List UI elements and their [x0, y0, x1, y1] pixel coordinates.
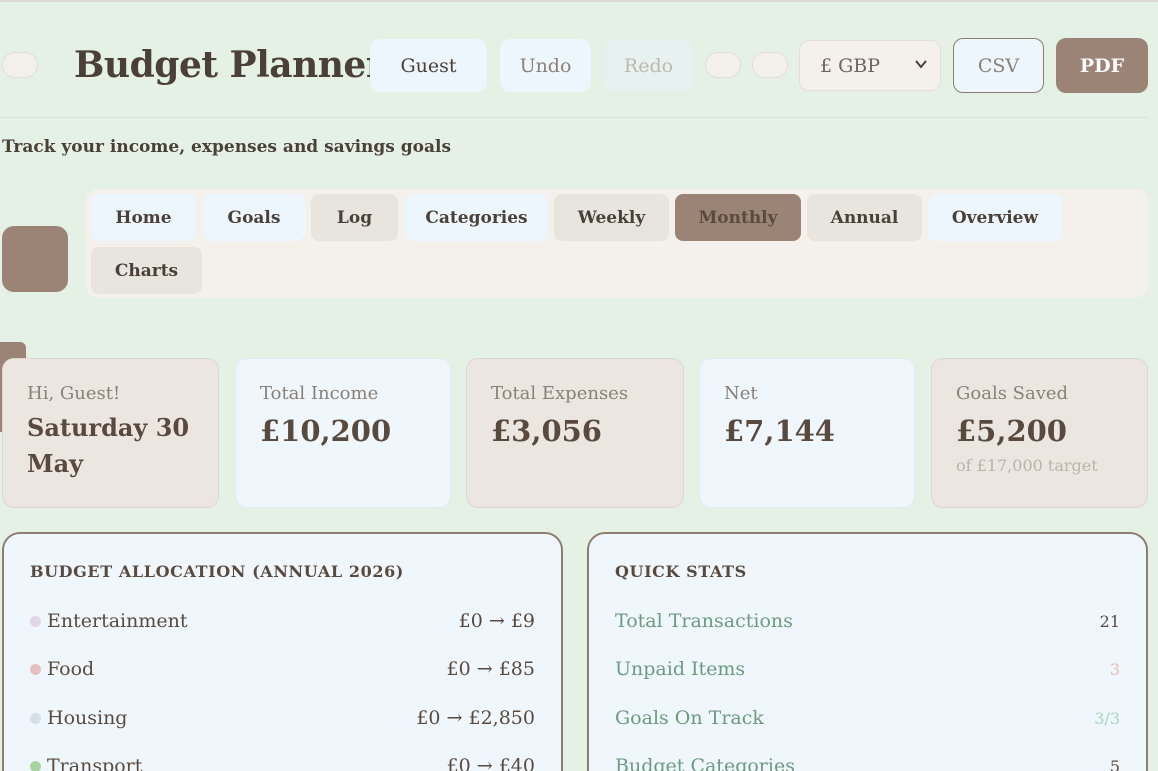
expenses-label: Total Expenses: [491, 383, 629, 404]
currency-value: £ GBP: [820, 54, 881, 77]
tab-monthly[interactable]: Monthly: [675, 194, 801, 241]
net-value: £7,144: [724, 414, 835, 448]
theme-toggle-button[interactable]: [705, 52, 741, 78]
category-value: £0 → £40: [446, 755, 535, 771]
expenses-card: Total Expenses £3,056: [466, 358, 684, 508]
undo-button[interactable]: Undo: [500, 39, 591, 92]
category-value: £0 → £9: [458, 610, 535, 632]
budget-allocation-title: BUDGET ALLOCATION (ANNUAL 2026): [30, 562, 404, 581]
list-item: Unpaid Items 3: [615, 654, 1120, 684]
list-item: Transport £0 → £40: [30, 751, 535, 771]
page-subtitle: Track your income, expenses and savings …: [2, 137, 452, 157]
stat-label: Unpaid Items: [615, 658, 746, 680]
tab-annual[interactable]: Annual: [807, 194, 922, 241]
net-label: Net: [724, 383, 758, 404]
menu-toggle-button[interactable]: [2, 52, 38, 78]
category-value: £0 → £2,850: [416, 707, 535, 729]
category-color-dot: [30, 615, 41, 627]
tab-weekly[interactable]: Weekly: [554, 194, 669, 241]
stat-value: 21: [1099, 611, 1120, 631]
app-header: Budget Planner Guest Undo Redo £ GBP CSV…: [0, 36, 1158, 96]
side-menu-button[interactable]: [2, 226, 68, 292]
category-color-dot: [30, 663, 41, 675]
app-title: Budget Planner: [74, 44, 385, 86]
top-border: [0, 0, 1158, 2]
goals-target-text: of £17,000 target: [956, 456, 1098, 475]
category-value: £0 → £85: [446, 658, 535, 680]
category-color-dot: [30, 712, 41, 724]
stat-label: Total Transactions: [615, 610, 793, 632]
tab-bar: Home Goals Log Categories Weekly Monthly…: [86, 189, 1148, 298]
quick-stats-panel: QUICK STATS Total Transactions 21 Unpaid…: [587, 532, 1148, 771]
category-name: Entertainment: [47, 610, 188, 632]
net-card: Net £7,144: [699, 358, 915, 508]
goals-saved-label: Goals Saved: [956, 383, 1069, 404]
chevron-down-icon: [914, 57, 928, 75]
tab-categories[interactable]: Categories: [405, 194, 548, 241]
tab-overview[interactable]: Overview: [928, 194, 1062, 241]
guest-button[interactable]: Guest: [370, 39, 487, 92]
income-value: £10,200: [260, 414, 392, 448]
budget-allocation-panel: BUDGET ALLOCATION (ANNUAL 2026) Entertai…: [2, 532, 563, 771]
current-date: Saturday 30 May: [27, 413, 190, 478]
list-item: Total Transactions 21: [615, 606, 1120, 636]
settings-toggle-button[interactable]: [752, 52, 788, 78]
category-color-dot: [30, 760, 41, 771]
quick-stats-title: QUICK STATS: [615, 562, 747, 581]
redo-button[interactable]: Redo: [604, 39, 693, 92]
greeting-card: Hi, Guest! Saturday 30 May: [2, 358, 219, 508]
list-item: Food £0 → £85: [30, 654, 535, 684]
greeting-label: Hi, Guest!: [27, 383, 121, 404]
goals-saved-card: Goals Saved £5,200 of £17,000 target: [931, 358, 1148, 508]
stat-value: 5: [1109, 756, 1120, 771]
expenses-value: £3,056: [491, 414, 602, 448]
stat-value: 3: [1109, 659, 1120, 679]
tab-home[interactable]: Home: [91, 194, 196, 241]
currency-select[interactable]: £ GBP: [799, 40, 941, 91]
category-name: Housing: [47, 707, 128, 729]
tab-log[interactable]: Log: [311, 194, 398, 241]
category-name: Transport: [47, 755, 143, 771]
stat-label: Budget Categories: [615, 755, 795, 771]
list-item: Housing £0 → £2,850: [30, 703, 535, 733]
category-name: Food: [47, 658, 95, 680]
stat-label: Goals On Track: [615, 707, 764, 729]
income-label: Total Income: [260, 383, 379, 404]
tab-charts[interactable]: Charts: [91, 247, 202, 294]
list-item: Budget Categories 5: [615, 751, 1120, 771]
header-divider: [0, 117, 1148, 118]
stat-value: 3/3: [1094, 708, 1120, 728]
list-item: Goals On Track 3/3: [615, 703, 1120, 733]
pdf-export-button[interactable]: PDF: [1056, 38, 1148, 93]
tab-goals[interactable]: Goals: [203, 194, 305, 241]
csv-export-button[interactable]: CSV: [953, 38, 1044, 93]
list-item: Entertainment £0 → £9: [30, 606, 535, 636]
income-card: Total Income £10,200: [235, 358, 451, 508]
goals-saved-value: £5,200: [956, 414, 1067, 448]
